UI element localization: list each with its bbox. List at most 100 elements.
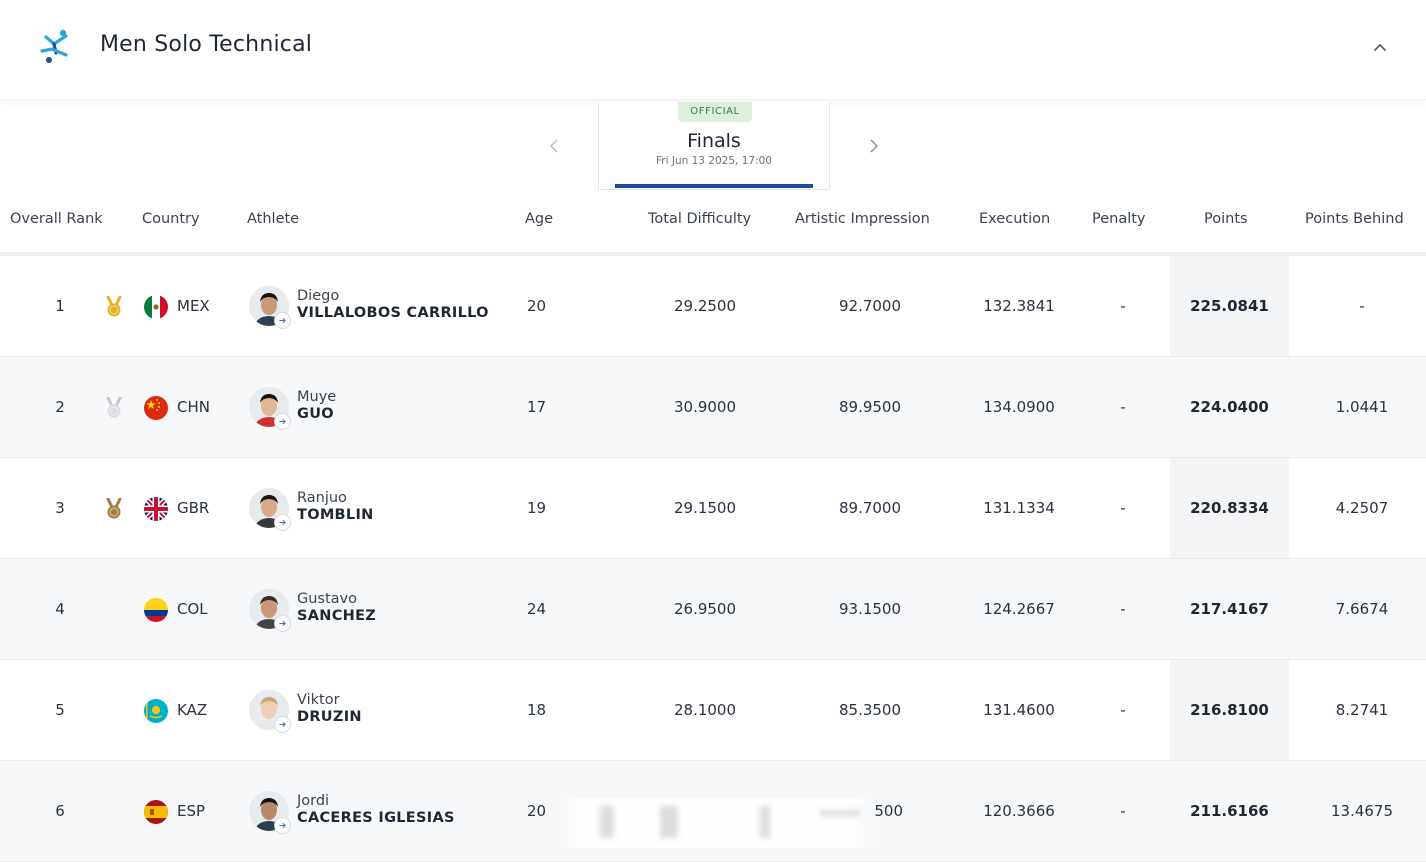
total-difficulty-cell: 28.1000	[673, 701, 737, 719]
table-row[interactable]: 5 KAZ Viktor DRUZIN 18 28.1000 85.3500 131.4600…	[0, 660, 1426, 761]
rank-cell: 4	[55, 600, 65, 618]
header-points-behind[interactable]: Points Behind	[1305, 211, 1404, 227]
points-behind-cell: 1.0441	[1335, 398, 1389, 416]
points-cell: 224.0400	[1190, 398, 1269, 416]
penalty-cell: -	[1120, 499, 1126, 517]
table-row[interactable]: 2 CHN Muye GUO 17 30.9000 89.9500 134.0900 - 224.…	[0, 357, 1426, 458]
artistic-impression-cell: 89.7000	[838, 499, 902, 517]
artistic-impression-cell: 93.1500	[838, 600, 902, 618]
artistic-impression-cell: 85.3500	[838, 701, 902, 719]
rank-cell: 5	[55, 701, 65, 719]
athlete-last-name[interactable]: CACERES IGLESIAS	[297, 810, 455, 826]
arrow-right-icon[interactable]	[274, 716, 291, 733]
arrow-right-icon[interactable]	[274, 514, 291, 531]
points-behind-cell: 8.2741	[1335, 701, 1389, 719]
silver-medal-icon	[104, 396, 124, 419]
points-cell: 220.8334	[1190, 499, 1269, 517]
athlete-first-name[interactable]: Jordi	[297, 793, 329, 809]
country-code: ESP	[177, 802, 206, 820]
athlete-first-name[interactable]: Muye	[297, 389, 336, 405]
flag-mex-icon	[144, 295, 168, 319]
penalty-cell: -	[1120, 600, 1126, 618]
athlete-last-name[interactable]: SANCHEZ	[297, 608, 376, 624]
age-cell: 17	[527, 398, 547, 416]
age-cell: 18	[527, 701, 547, 719]
age-cell: 19	[527, 499, 547, 517]
official-badge: OFFICIAL	[678, 102, 752, 122]
points-behind-cell: 13.4675	[1330, 802, 1394, 820]
header-penalty[interactable]: Penalty	[1092, 211, 1146, 227]
total-difficulty-cell: 29.1500	[673, 499, 737, 517]
arrow-right-icon[interactable]	[274, 615, 291, 632]
header-artistic-impression[interactable]: Artistic Impression	[795, 211, 930, 227]
athlete-first-name[interactable]: Gustavo	[297, 591, 357, 607]
athlete-last-name[interactable]: TOMBLIN	[297, 507, 374, 523]
flag-gbr-icon	[144, 497, 168, 521]
country-code: KAZ	[177, 701, 208, 719]
phase-name: Finals	[687, 130, 741, 152]
country-code: COL	[177, 600, 208, 618]
header-total-difficulty[interactable]: Total Difficulty	[648, 211, 751, 227]
blur-artifact	[560, 798, 876, 848]
age-cell: 24	[527, 600, 547, 618]
table-row[interactable]: 3 GBR Ranjuo TOMBLIN 19 29.1500 89.7000 131.133…	[0, 458, 1426, 559]
header-athlete[interactable]: Athlete	[247, 211, 299, 227]
execution-cell: 131.4600	[983, 701, 1055, 719]
total-difficulty-cell: 26.9500	[673, 600, 737, 618]
flag-chn-icon	[144, 396, 168, 420]
header-age[interactable]: Age	[525, 211, 553, 227]
country-code: MEX	[177, 297, 210, 315]
chevron-left-icon[interactable]	[544, 134, 564, 158]
total-difficulty-cell: 29.2500	[673, 297, 737, 315]
athlete-first-name[interactable]: Diego	[297, 288, 339, 304]
athlete-last-name[interactable]: VILLALOBOS CARRILLO	[297, 305, 489, 321]
header-country[interactable]: Country	[142, 211, 200, 227]
penalty-cell: -	[1120, 297, 1126, 315]
chevron-right-icon[interactable]	[864, 134, 884, 158]
points-behind-cell: -	[1359, 297, 1365, 315]
flag-esp-icon	[144, 800, 168, 824]
arrow-right-icon[interactable]	[274, 413, 291, 430]
execution-cell: 134.0900	[983, 398, 1055, 416]
points-cell: 217.4167	[1190, 600, 1269, 618]
header-execution[interactable]: Execution	[979, 211, 1050, 227]
penalty-cell: -	[1120, 398, 1126, 416]
artistic-swimming-icon	[40, 29, 68, 63]
chevron-up-icon[interactable]	[1368, 36, 1392, 60]
points-behind-cell: 4.2507	[1335, 499, 1389, 517]
flag-col-icon	[144, 598, 168, 622]
penalty-cell: -	[1120, 802, 1126, 820]
header-overall-rank[interactable]: Overall Rank	[10, 211, 103, 227]
rank-cell: 3	[55, 499, 65, 517]
execution-cell: 132.3841	[983, 297, 1055, 315]
athlete-last-name[interactable]: GUO	[297, 406, 334, 422]
event-title: Men Solo Technical	[100, 32, 313, 57]
bronze-medal-icon	[104, 497, 124, 520]
points-cell: 211.6166	[1190, 802, 1269, 820]
execution-cell: 131.1334	[983, 499, 1055, 517]
country-code: GBR	[177, 499, 210, 517]
event-header: Men Solo Technical	[0, 0, 1426, 100]
athlete-first-name[interactable]: Ranjuo	[297, 490, 347, 506]
points-cell: 225.0841	[1190, 297, 1269, 315]
table-row[interactable]: 4 COL Gustavo SANCHEZ 24 26.9500 93.1500 124.26…	[0, 559, 1426, 660]
active-tab-indicator	[615, 184, 813, 188]
athlete-last-name[interactable]: DRUZIN	[297, 709, 362, 725]
gold-medal-icon	[104, 295, 124, 318]
phase-tab-finals[interactable]: OFFICIAL Finals Fri Jun 13 2025, 17:00	[598, 102, 830, 190]
points-behind-cell: 7.6674	[1335, 600, 1389, 618]
arrow-right-icon[interactable]	[274, 312, 291, 329]
phase-date: Fri Jun 13 2025, 17:00	[656, 155, 772, 167]
total-difficulty-cell: 30.9000	[673, 398, 737, 416]
rank-cell: 2	[55, 398, 65, 416]
execution-cell: 120.3666	[983, 802, 1055, 820]
artistic-impression-cell: 89.9500	[838, 398, 902, 416]
rank-cell: 6	[55, 802, 65, 820]
table-row[interactable]: 1 MEX Diego VILLALOBOS CARRILLO 20 29.2500 92.…	[0, 256, 1426, 357]
arrow-right-icon[interactable]	[274, 817, 291, 834]
athlete-first-name[interactable]: Viktor	[297, 692, 340, 708]
artistic-impression-cell: 92.7000	[838, 297, 902, 315]
execution-cell: 124.2667	[983, 600, 1055, 618]
header-points[interactable]: Points	[1204, 211, 1248, 227]
age-cell: 20	[527, 297, 547, 315]
